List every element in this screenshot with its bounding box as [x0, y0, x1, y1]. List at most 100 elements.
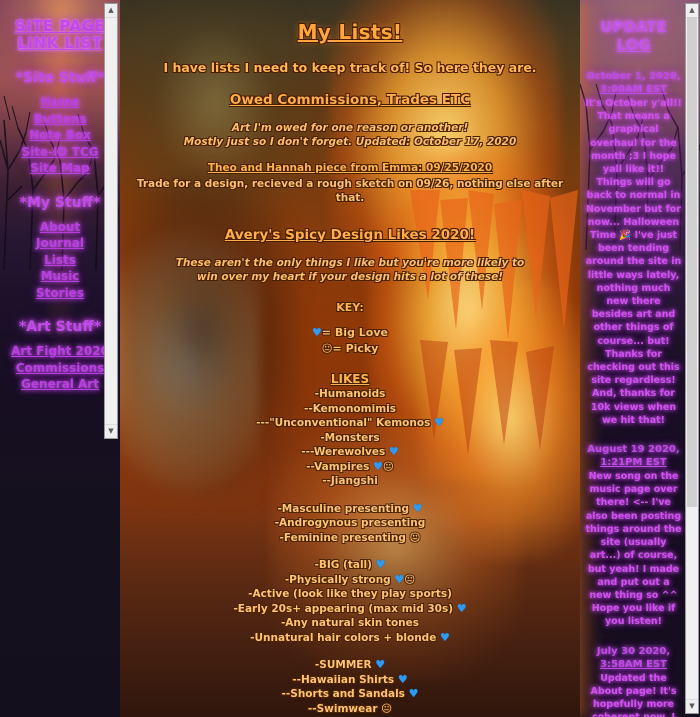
main-content-frame: My Lists! I have lists I need to keep tr… [120, 0, 580, 717]
scrollbar-thumb-right[interactable] [687, 17, 697, 507]
update-entry-date-text: August 19 2020, [587, 444, 680, 456]
likes-list: -Humanoids --Kemonomimis ---"Unconventiona… [134, 387, 566, 717]
sidebar-link-general-art[interactable]: General Art [4, 376, 116, 393]
likes-list-item-label: --Jiangshi [322, 475, 378, 487]
likes-list-item-label: -Monsters [320, 431, 380, 444]
owed-entry-title: Theo and Hannah piece from Emma: 09/25/2… [207, 162, 493, 174]
likes-list-item: -Unnatural hair colors + blonde ♥ [134, 631, 566, 646]
neutral-face-icon: 😐 [404, 573, 416, 586]
sidebar-link-music[interactable]: Music [4, 268, 116, 285]
update-log-frame: UPDATE LOG October 1, 2020, 3:00AM EST It'… [580, 0, 700, 717]
scroll-up-arrow-icon-right[interactable]: ▲ [686, 4, 698, 18]
update-entry-body: New song on the music page over there! <… [585, 471, 682, 628]
likes-list-item: -Masculine presenting ♥ [134, 502, 566, 517]
update-entry-time-text: 1:21PM EST [600, 457, 667, 469]
scroll-down-arrow-icon[interactable]: ▼ [105, 424, 117, 438]
key-label-picky: = Picky [332, 342, 379, 355]
sidebar-heading-my-stuff: *My Stuff* [19, 194, 101, 211]
update-entry-date: August 19 2020, 1:21PM EST [585, 443, 682, 469]
likes-list-item-label: ---Werewolves [301, 446, 389, 458]
owed-note-line-2: Mostly just so I don't forget. Updated: … [183, 136, 517, 148]
blue-heart-icon: ♥ [433, 416, 444, 429]
sidebar-heading-site-stuff: *Site Stuff* [15, 70, 105, 86]
sidebar-link-site-map[interactable]: Site Map [4, 160, 116, 177]
left-sidebar-scrollbar[interactable]: ▲ ▼ [104, 3, 118, 439]
likes-list-item-label: --Hawaiian Shirts [292, 673, 398, 686]
key-item-picky: 😐= Picky [134, 341, 566, 357]
blue-heart-icon: ♥ [394, 572, 405, 586]
sidebar-link-stories[interactable]: Stories [4, 285, 116, 302]
likes-list-item: --Shorts and Sandals ♥ [134, 687, 566, 702]
sidebar-link-lists[interactable]: Lists [4, 252, 116, 269]
blue-heart-icon: ♥ [312, 326, 322, 339]
likes-list-item-label: -Active (look like they play sports) [248, 588, 452, 600]
left-sidebar-frame: SITE PAGE LINK LIST *Site Stuff* Home Bu… [0, 0, 120, 717]
likes-list-item: ---"Unconventional" Kemonos ♥ [134, 416, 566, 431]
likes-heading: LIKES [330, 372, 370, 386]
likes-list-item: -Physically strong ♥😐 [134, 573, 566, 588]
blue-heart-icon: ♥ [456, 601, 467, 615]
sidebar-link-note-box[interactable]: Note Box [4, 127, 116, 144]
sidebar-link-site-id-tcg[interactable]: Site-ID TCG [4, 144, 116, 161]
likes-list-item-label: --Kemonomimis [304, 402, 396, 415]
left-sidebar-content: SITE PAGE LINK LIST *Site Stuff* Home Bu… [0, 0, 120, 393]
likes-list-item: --Jiangshi [134, 474, 566, 489]
page-lede: I have lists I need to keep track of! So… [163, 60, 537, 75]
likes-list-item-label: -Early 20s+ appearing (max mid 30s) [233, 602, 457, 615]
likes-list-item: --Vampires ♥😐 [134, 460, 566, 475]
scroll-up-arrow-icon[interactable]: ▲ [105, 4, 117, 18]
main-content: My Lists! I have lists I need to keep tr… [120, 0, 580, 717]
likes-list-item-label: -Androgynous presenting [274, 517, 426, 529]
likes-list-item-label: --Vampires [306, 460, 374, 473]
sidebar-link-commissions[interactable]: Commissions [4, 360, 116, 377]
likes-list-item: -Feminine presenting 😐 [134, 531, 566, 546]
likes-list-item: -SUMMER ♥ [134, 658, 566, 673]
likes-list-item-label: -Any natural skin tones [280, 617, 420, 629]
likes-list-item-label: -Physically strong [284, 573, 395, 586]
likes-list-item: -Monsters [134, 431, 566, 446]
neutral-face-icon: 😐 [382, 460, 394, 473]
likes-list-item: ---Werewolves ♥ [134, 445, 566, 460]
blue-heart-icon: ♥ [375, 658, 386, 671]
likes-intro-line-2: win over my heart if your design hits a … [196, 271, 504, 283]
likes-list-item-label: -BIG (tall) [314, 559, 376, 571]
likes-list-item: -Androgynous presenting [134, 516, 566, 531]
likes-list-item: --Hawaiian Shirts ♥ [134, 673, 566, 688]
update-entry-date: October 1, 2020, 3:00AM EST [585, 70, 682, 96]
scroll-down-arrow-icon-right[interactable]: ▼ [686, 699, 698, 713]
sidebar-heading-art-stuff: *Art Stuff* [18, 319, 102, 335]
page-title: My Lists! [297, 20, 403, 44]
update-entry-body: It's October y'all!! That means a graphi… [585, 98, 682, 426]
update-entry-body: Updated the About page! It's hopefully m… [590, 672, 677, 717]
site-page: SITE PAGE LINK LIST *Site Stuff* Home Bu… [0, 0, 700, 717]
blue-heart-icon: ♥ [373, 459, 383, 473]
blue-heart-icon: ♥ [412, 501, 423, 515]
owed-note-line-1: Art I'm owed for one reason or another! [231, 122, 469, 134]
sidebar-link-home[interactable]: Home [4, 94, 116, 111]
section-heading-design-likes: Avery's Spicy Design Likes 2020! [224, 227, 476, 243]
blue-heart-icon: ♥ [439, 630, 450, 644]
sidebar-link-journal[interactable]: Journal [4, 235, 116, 252]
likes-list-item-label: --Shorts and Sandals [281, 688, 409, 700]
update-entry-date: July 30 2020, 3:58AM EST [585, 645, 682, 671]
blue-heart-icon: ♥ [375, 558, 386, 571]
neutral-face-icon: 😐 [321, 343, 333, 355]
likes-list-item-label: -Unnatural hair colors + blonde [250, 631, 440, 644]
likes-list-item-label: ---"Unconventional" Kemonos [256, 417, 434, 429]
likes-list-item: --Kemonomimis [134, 402, 566, 417]
likes-list-item: -Humanoids [134, 387, 566, 402]
sidebar-link-about[interactable]: About [4, 219, 116, 236]
update-log-title-line2: LOG [616, 36, 651, 54]
blue-heart-icon: ♥ [388, 445, 399, 458]
update-entry-date-text: October 1, 2020, [586, 71, 681, 82]
likes-list-item-label: -Feminine presenting [279, 531, 410, 544]
section-heading-owed-commissions: Owed Commissions, Trades ETC [229, 92, 471, 108]
neutral-face-icon: 😐 [381, 702, 393, 715]
likes-list-item: -Early 20s+ appearing (max mid 30s) ♥ [134, 602, 566, 617]
update-entry-date-text: July 30 2020, [596, 645, 671, 657]
sidebar-link-buttons[interactable]: Buttons [4, 111, 116, 128]
sidebar-link-art-fight-2020[interactable]: Art Fight 2020 [4, 343, 116, 360]
update-log-scrollbar[interactable]: ▲ ▼ [685, 3, 699, 714]
likes-list-item: -Any natural skin tones [134, 616, 566, 631]
update-log-title-line1: UPDATE [600, 18, 667, 36]
